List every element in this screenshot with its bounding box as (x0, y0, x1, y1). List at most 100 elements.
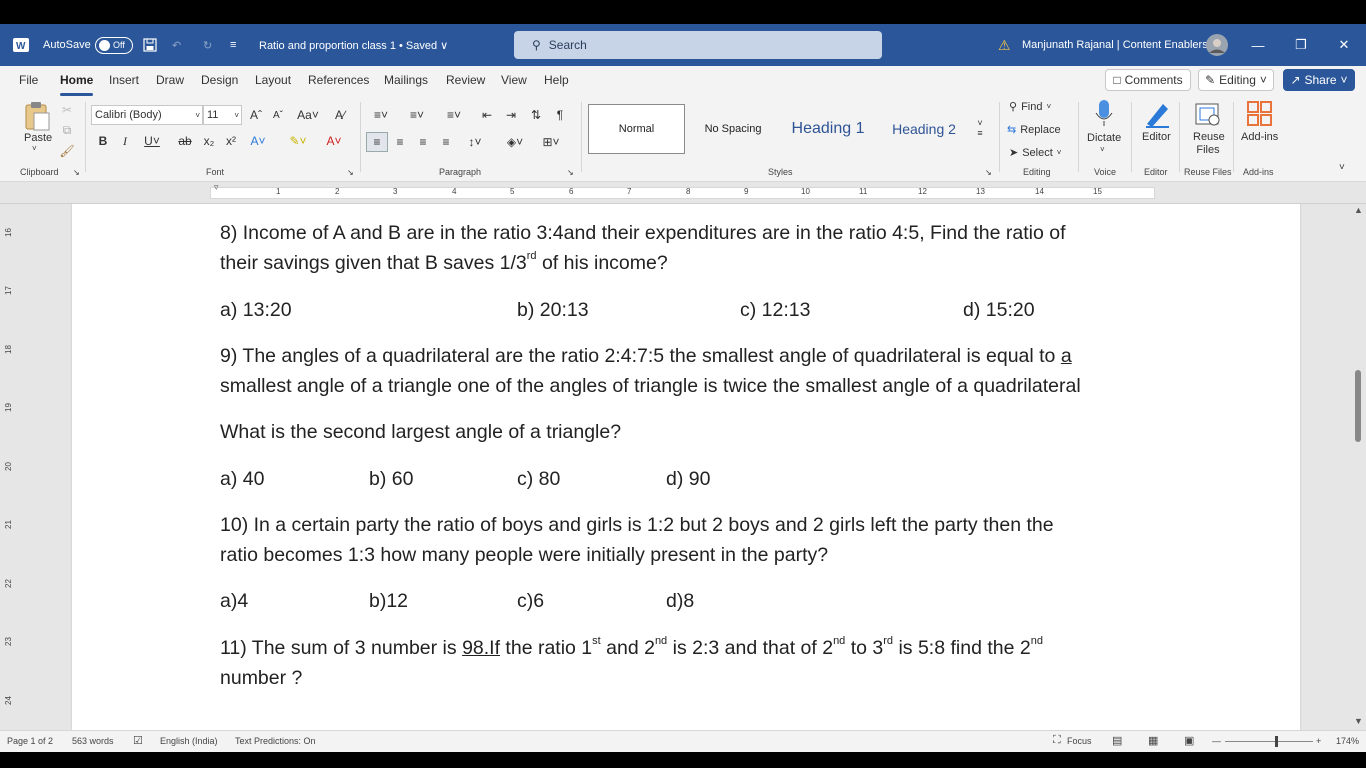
style-normal[interactable]: Normal (588, 104, 685, 154)
tab-references[interactable]: References (308, 73, 369, 91)
grow-font-icon[interactable]: Aˆ (248, 106, 264, 124)
paste-icon[interactable] (22, 101, 52, 134)
bold-icon[interactable]: B (96, 132, 110, 150)
share-button[interactable]: ↗ Share ˅ (1283, 69, 1355, 91)
focus-button[interactable]: Focus (1067, 736, 1092, 746)
multilevel-list-icon[interactable]: ≡˅ (440, 106, 468, 124)
tab-review[interactable]: Review (446, 73, 485, 91)
tab-file[interactable]: File (19, 73, 38, 91)
editor-label[interactable]: Editor (1142, 131, 1171, 143)
copy-icon[interactable]: ⧉ (60, 122, 74, 138)
select-button[interactable]: ➤ Select ˅ (1009, 146, 1061, 160)
web-layout-icon[interactable]: ▣ (1184, 734, 1194, 747)
shrink-font-icon[interactable]: Aˇ (270, 106, 286, 124)
ruler-track[interactable]: 1 2 3 4 5 6 7 8 9 10 11 12 13 14 15 (210, 187, 1155, 199)
customize-toolbar-icon[interactable]: ≡ (230, 24, 236, 66)
shading-icon[interactable]: ◈˅ (501, 132, 529, 152)
font-name-select[interactable]: Calibri (Body) ˅ (91, 105, 203, 125)
increase-indent-icon[interactable]: ⇥ (502, 106, 520, 124)
close-icon[interactable]: ✕ (1324, 24, 1364, 66)
avatar[interactable] (1206, 24, 1228, 66)
zoom-out-icon[interactable]: — (1212, 736, 1221, 746)
tab-mailings[interactable]: Mailings (384, 73, 428, 91)
undo-icon[interactable]: ↶ (172, 24, 181, 66)
underline-icon[interactable]: U˅ (140, 132, 164, 150)
document-page[interactable]: 8) Income of A and B are in the ratio 3:… (72, 204, 1300, 730)
dialog-launcher-icon[interactable]: ↘ (985, 168, 992, 177)
align-center-icon[interactable]: ≡ (391, 132, 409, 152)
tab-insert[interactable]: Insert (109, 73, 139, 91)
italic-icon[interactable]: I (118, 132, 132, 150)
proofing-icon[interactable]: ☑ (133, 734, 143, 747)
tab-design[interactable]: Design (201, 73, 238, 91)
chevron-down-icon[interactable]: ˅ (32, 144, 37, 153)
search-box[interactable]: ⚲ Search (514, 31, 882, 59)
sort-icon[interactable]: ⇅ (527, 106, 545, 124)
comments-button[interactable]: □ Comments (1105, 69, 1191, 91)
font-size-select[interactable]: 11 ˅ (203, 105, 242, 125)
zoom-slider-thumb[interactable] (1275, 736, 1278, 747)
vertical-scrollbar[interactable]: ▲ ▼ (1350, 204, 1366, 730)
cut-icon[interactable]: ✂ (60, 102, 74, 118)
tab-view[interactable]: View (501, 73, 527, 91)
paste-label[interactable]: Paste (24, 132, 52, 144)
add-ins-icon[interactable] (1247, 101, 1273, 130)
redo-icon[interactable]: ↻ (203, 24, 212, 66)
document-title[interactable]: Ratio and proportion class 1 • Saved ∨ (259, 24, 448, 66)
collapse-ribbon-icon[interactable]: ˅ (1339, 162, 1345, 173)
decrease-indent-icon[interactable]: ⇤ (478, 106, 496, 124)
word-count[interactable]: 563 words (72, 736, 114, 746)
scroll-down-icon[interactable]: ▼ (1354, 716, 1363, 726)
superscript-icon[interactable]: x² (223, 132, 239, 150)
pilcrow-icon[interactable]: ¶ (552, 106, 568, 124)
style-heading-1[interactable]: Heading 1 (782, 104, 874, 154)
dialog-launcher-icon[interactable]: ↘ (567, 168, 574, 177)
line-spacing-icon[interactable]: ↕˅ (461, 132, 489, 152)
print-layout-icon[interactable]: ▦ (1148, 734, 1158, 747)
replace-button[interactable]: ⇆ Replace (1007, 123, 1061, 137)
borders-icon[interactable]: ⊞˅ (537, 132, 565, 152)
find-button[interactable]: ⚲ Find ˅ (1009, 100, 1051, 114)
language[interactable]: English (India) (160, 736, 218, 746)
dialog-launcher-icon[interactable]: ↘ (73, 168, 80, 177)
tab-help[interactable]: Help (544, 73, 569, 91)
minimize-icon[interactable]: — (1238, 24, 1278, 66)
scrollbar-thumb[interactable] (1355, 370, 1361, 442)
clear-formatting-icon[interactable]: A∕ (332, 106, 348, 124)
font-color-icon[interactable]: A˅ (320, 132, 348, 150)
styles-gallery-scroll[interactable]: ˅ ≡ (974, 106, 986, 150)
indent-marker-icon[interactable]: ▿ (214, 182, 219, 193)
autosave-toggle[interactable]: Off (95, 24, 133, 66)
highlight-icon[interactable]: ✎˅ (284, 132, 312, 150)
text-predictions[interactable]: Text Predictions: On (235, 736, 316, 746)
chevron-down-icon[interactable]: ˅ (1100, 145, 1105, 154)
zoom-level[interactable]: 174% (1336, 736, 1359, 746)
editor-icon[interactable] (1143, 100, 1171, 131)
save-icon[interactable] (143, 24, 157, 66)
dictate-label[interactable]: Dictate (1087, 132, 1121, 144)
bullets-icon[interactable]: ≡˅ (367, 106, 395, 124)
focus-icon[interactable]: ⛶ (1053, 734, 1061, 747)
microphone-icon[interactable] (1095, 99, 1113, 130)
change-case-icon[interactable]: Aa˅ (295, 106, 321, 124)
editing-mode-button[interactable]: ✎ Editing ˅ (1198, 69, 1274, 91)
zoom-slider[interactable] (1225, 741, 1313, 742)
dialog-launcher-icon[interactable]: ↘ (347, 168, 354, 177)
tab-layout[interactable]: Layout (255, 73, 291, 91)
read-mode-icon[interactable]: ▤ (1112, 734, 1122, 747)
format-painter-icon[interactable]: 🖌 (59, 143, 74, 159)
reuse-files-icon[interactable] (1195, 101, 1221, 130)
justify-icon[interactable]: ≡ (437, 132, 455, 152)
align-right-icon[interactable]: ≡ (414, 132, 432, 152)
zoom-in-icon[interactable]: + (1316, 736, 1321, 746)
align-left-icon[interactable]: ≡ (366, 132, 388, 152)
tab-draw[interactable]: Draw (156, 73, 184, 91)
restore-icon[interactable]: ❐ (1281, 24, 1321, 66)
scroll-up-icon[interactable]: ▲ (1354, 205, 1363, 215)
tab-home[interactable]: Home (60, 73, 94, 96)
style-heading-2[interactable]: Heading 2 (877, 104, 971, 154)
numbering-icon[interactable]: ≡˅ (403, 106, 431, 124)
page-count[interactable]: Page 1 of 2 (7, 736, 53, 746)
style-no-spacing[interactable]: No Spacing (688, 104, 778, 154)
text-effects-icon[interactable]: A˅ (246, 132, 270, 150)
